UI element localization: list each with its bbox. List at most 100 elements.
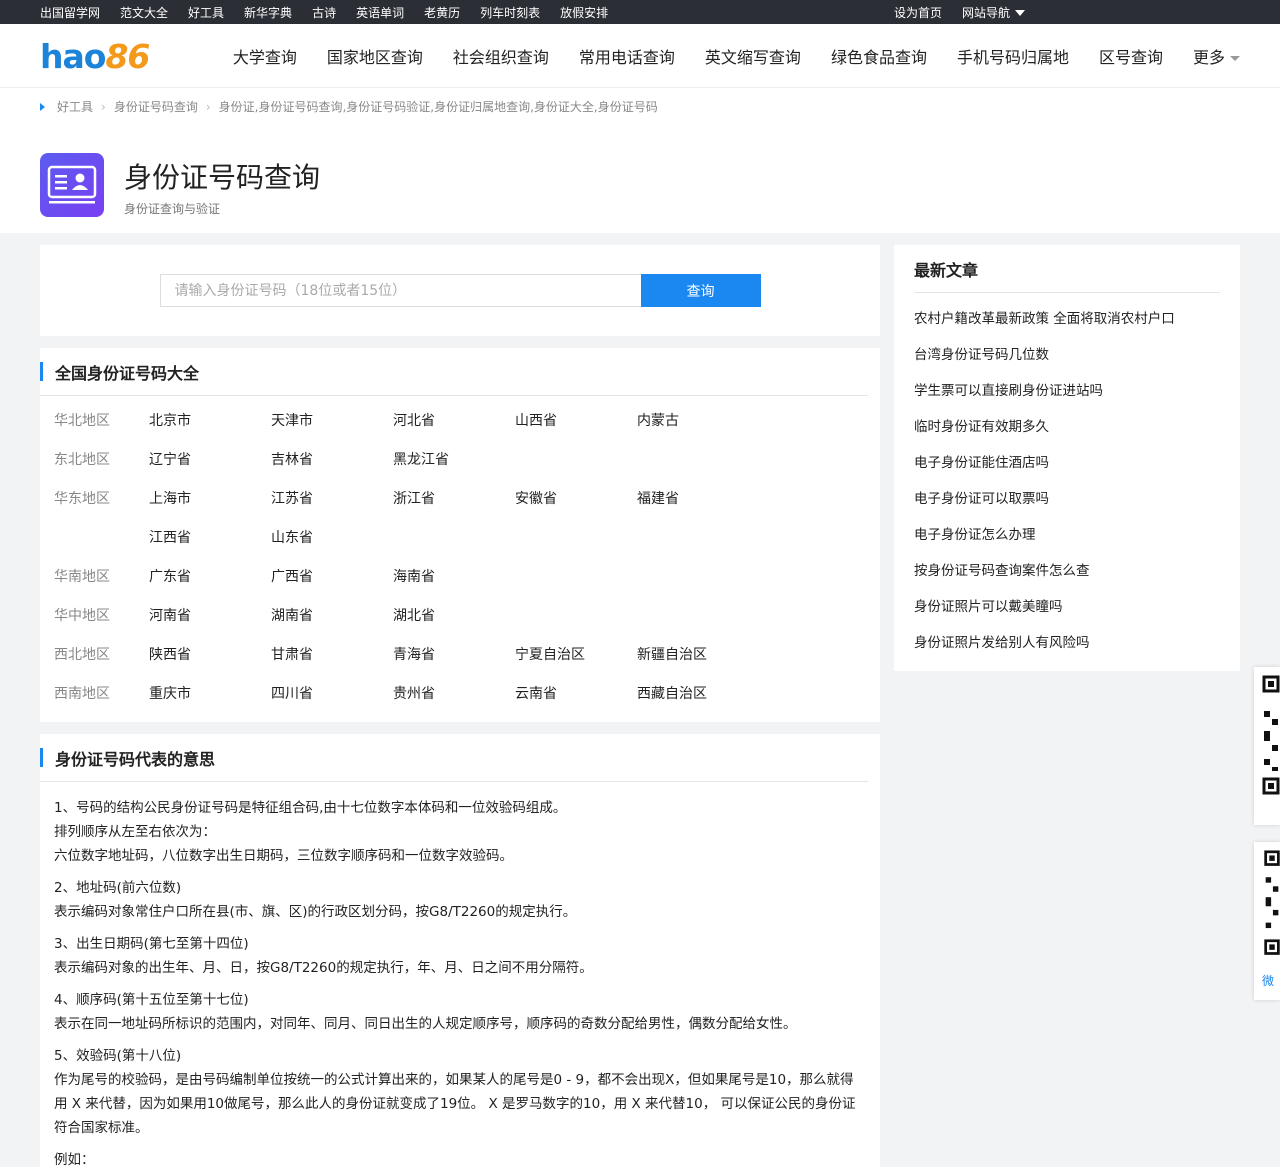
nav-item[interactable]: 常用电话查询 bbox=[579, 44, 675, 68]
id-number-input[interactable] bbox=[159, 274, 641, 307]
province-list: 辽宁省 吉林省 黑龙江省 bbox=[149, 441, 866, 480]
region-name: 华中地区 bbox=[54, 608, 110, 624]
province-link[interactable]: 江西省 bbox=[149, 519, 271, 558]
article-link[interactable]: 学生票可以直接刷身份证进站吗 bbox=[914, 373, 1220, 409]
province-link[interactable]: 浙江省 bbox=[393, 480, 515, 519]
province-link[interactable]: 上海市 bbox=[149, 480, 271, 519]
province-link[interactable]: 青海省 bbox=[393, 636, 515, 675]
search-button[interactable]: 查询 bbox=[640, 274, 761, 307]
province-link[interactable]: 河北省 bbox=[393, 402, 515, 441]
province-link[interactable]: 山东省 bbox=[271, 519, 393, 558]
nav-item[interactable]: 绿色食品查询 bbox=[831, 44, 927, 68]
province-link[interactable]: 海南省 bbox=[393, 558, 515, 597]
article-link[interactable]: 电子身份证可以取票吗 bbox=[914, 481, 1220, 517]
meaning-body: 1、号码的结构公民身份证号码是特征组合码,由十七位数字本体码和一位效验码组成。排… bbox=[40, 782, 880, 1167]
nav-item[interactable]: 手机号码归属地 bbox=[957, 44, 1069, 68]
article-link[interactable]: 电子身份证怎么办理 bbox=[914, 517, 1220, 553]
nav-more[interactable]: 更多 bbox=[1193, 44, 1240, 68]
meaning-line: 表示编码对象的出生年、月、日，按G8/T2260的规定执行，年、月、日之间不用分… bbox=[54, 960, 593, 976]
regions-card: 全国身份证号码大全 华北地区 北京市 天津市 河北省 山西省 内蒙古 东北地区 辽宁省 吉林省黑… bbox=[40, 348, 880, 722]
province-link[interactable]: 安徽省 bbox=[515, 480, 637, 519]
article-link[interactable]: 农村户籍改革最新政策 全面将取消农村户口 bbox=[914, 301, 1220, 337]
province-link[interactable]: 广东省 bbox=[149, 558, 271, 597]
meaning-line: 2、地址码(前六位数) bbox=[54, 880, 182, 896]
site-nav-dropdown[interactable]: 网站导航 bbox=[962, 4, 1026, 21]
site-logo[interactable]: hao 86 bbox=[40, 37, 150, 76]
top-link[interactable]: 范文大全 bbox=[120, 4, 168, 21]
province-link[interactable]: 宁夏自治区 bbox=[515, 636, 637, 675]
breadcrumb-item[interactable]: 好工具 bbox=[57, 98, 93, 115]
title-section: 好工具 › 身份证号码查询 › 身份证,身份证号码查询,身份证号码验证,身份证归属地查询… bbox=[0, 88, 1280, 233]
top-link[interactable]: 列车时刻表 bbox=[480, 4, 540, 21]
qr-code-float-2[interactable]: 微 bbox=[1254, 842, 1280, 1000]
province-link[interactable]: 河南省 bbox=[149, 597, 271, 636]
province-link[interactable]: 山西省 bbox=[515, 402, 637, 441]
top-link[interactable]: 老黄历 bbox=[424, 4, 460, 21]
meaning-line: 表示在同一地址码所标识的范围内，对同年、同月、同日出生的人规定顺序号，顺序码的奇… bbox=[54, 1016, 797, 1032]
header: hao 86 大学查询 国家地区查询 社会组织查询 常用电话查询 英文缩写查询 绿色食品查询… bbox=[0, 24, 1280, 88]
region-row: 华南地区 广东省 广西省 海南省 bbox=[54, 558, 866, 597]
article-link[interactable]: 临时身份证有效期多久 bbox=[914, 409, 1220, 445]
page-title: 身份证号码查询 bbox=[124, 161, 321, 194]
main-nav: 大学查询 国家地区查询 社会组织查询 常用电话查询 英文缩写查询 绿色食品查询 手机号码归属… bbox=[233, 44, 1240, 68]
top-bar: 出国留学网 范文大全 好工具 新华字典 古诗 英语单词 老黄历 列车时刻表 放假安排 设为首页 … bbox=[0, 0, 1280, 24]
top-link[interactable]: 放假安排 bbox=[560, 4, 608, 21]
region-row: 西北地区 陕西省 甘肃省 青海省 宁夏自治区 新疆自治区 bbox=[54, 636, 866, 675]
province-link[interactable]: 黑龙江省 bbox=[393, 441, 515, 480]
province-link[interactable]: 吉林省 bbox=[271, 441, 393, 480]
set-home-link[interactable]: 设为首页 bbox=[894, 4, 942, 21]
meaning-line: 1、号码的结构公民身份证号码是特征组合码,由十七位数字本体码和一位效验码组成。 bbox=[54, 800, 567, 816]
article-link[interactable]: 电子身份证能住酒店吗 bbox=[914, 445, 1220, 481]
province-link[interactable]: 江苏省 bbox=[271, 480, 393, 519]
top-link[interactable]: 古诗 bbox=[312, 4, 336, 21]
article-link[interactable]: 台湾身份证号码几位数 bbox=[914, 337, 1220, 373]
meaning-line: 5、效验码(第十八位) bbox=[54, 1048, 182, 1064]
meaning-line: 作为尾号的校验码，是由号码编制单位按统一的公式计算出来的，如果某人的尾号是0 -… bbox=[54, 1072, 856, 1136]
meaning-header: 身份证号码代表的意思 bbox=[40, 734, 868, 782]
nav-item[interactable]: 国家地区查询 bbox=[327, 44, 423, 68]
nav-item[interactable]: 大学查询 bbox=[233, 44, 297, 68]
article-link[interactable]: 按身份证号码查询案件怎么查 bbox=[914, 553, 1220, 589]
article-link[interactable]: 身份证照片发给别人有风险吗 bbox=[914, 625, 1220, 661]
province-link[interactable]: 广西省 bbox=[271, 558, 393, 597]
province-link[interactable]: 新疆自治区 bbox=[637, 636, 759, 675]
province-link[interactable]: 福建省 bbox=[637, 480, 759, 519]
province-link[interactable]: 天津市 bbox=[271, 402, 393, 441]
meaning-title: 身份证号码代表的意思 bbox=[55, 749, 216, 769]
province-link[interactable]: 辽宁省 bbox=[149, 441, 271, 480]
region-row: 东北地区 辽宁省 吉林省 黑龙江省 bbox=[54, 441, 866, 480]
province-link[interactable]: 西藏自治区 bbox=[637, 675, 759, 714]
search-card: 查询 bbox=[40, 245, 880, 336]
province-link[interactable]: 重庆市 bbox=[149, 675, 271, 714]
meaning-line: 4、顺序码(第十五位至第十七位) bbox=[54, 992, 249, 1008]
province-link[interactable]: 四川省 bbox=[271, 675, 393, 714]
top-link[interactable]: 英语单词 bbox=[356, 4, 404, 21]
section-accent-bar bbox=[40, 362, 43, 381]
top-link[interactable]: 出国留学网 bbox=[40, 4, 100, 21]
province-link[interactable]: 内蒙古 bbox=[637, 402, 759, 441]
region-row: 华中地区 河南省 湖南省 湖北省 bbox=[54, 597, 866, 636]
breadcrumb-item: 身份证,身份证号码查询,身份证号码验证,身份证归属地查询,身份证大全,身份证号码 bbox=[218, 100, 658, 114]
province-link[interactable]: 湖南省 bbox=[271, 597, 393, 636]
qr-code-float-1[interactable] bbox=[1254, 667, 1280, 825]
article-link[interactable]: 身份证照片可以戴美瞳吗 bbox=[914, 589, 1220, 625]
province-link[interactable]: 贵州省 bbox=[393, 675, 515, 714]
province-link[interactable]: 陕西省 bbox=[149, 636, 271, 675]
top-link[interactable]: 好工具 bbox=[188, 4, 224, 21]
regions-title: 全国身份证号码大全 bbox=[55, 363, 200, 383]
top-link[interactable]: 新华字典 bbox=[244, 4, 292, 21]
province-link[interactable]: 云南省 bbox=[515, 675, 637, 714]
regions-list: 华北地区 北京市 天津市 河北省 山西省 内蒙古 东北地区 辽宁省 吉林省 黑龙江省 华东地区 上海市… bbox=[40, 396, 880, 722]
nav-item[interactable]: 区号查询 bbox=[1099, 44, 1163, 68]
nav-item[interactable]: 英文缩写查询 bbox=[705, 44, 801, 68]
region-name: 华东地区 bbox=[54, 491, 110, 507]
qr-code-icon bbox=[1262, 675, 1280, 819]
province-link[interactable]: 湖北省 bbox=[393, 597, 515, 636]
province-link[interactable]: 北京市 bbox=[149, 402, 271, 441]
nav-item[interactable]: 社会组织查询 bbox=[453, 44, 549, 68]
breadcrumb: 好工具 › 身份证号码查询 › 身份证,身份证号码查询,身份证号码验证,身份证归属地查询… bbox=[40, 98, 658, 115]
province-link[interactable]: 甘肃省 bbox=[271, 636, 393, 675]
breadcrumb-item[interactable]: 身份证号码查询 bbox=[114, 98, 198, 115]
